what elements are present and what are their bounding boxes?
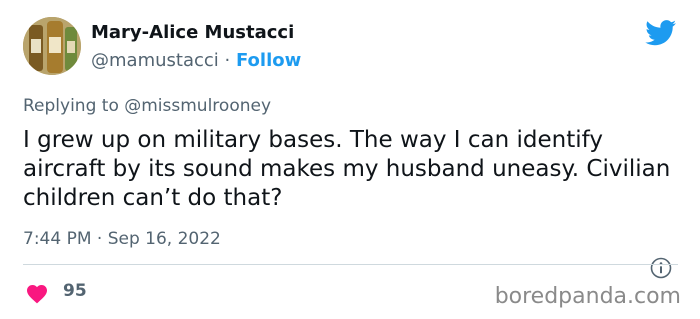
- replying-to-label: Replying to: [23, 96, 119, 116]
- replying-to: Replying to @missmulrooney: [23, 96, 271, 116]
- tweet-timestamp[interactable]: 7:44 PM · Sep 16, 2022: [23, 229, 221, 249]
- author-handle[interactable]: @mamustacci: [91, 50, 219, 71]
- timestamp-separator: ·: [96, 229, 103, 249]
- reply-mention-link[interactable]: @missmulrooney: [124, 96, 271, 116]
- author-name[interactable]: Mary-Alice Mustacci: [91, 22, 294, 43]
- avatar[interactable]: [23, 17, 81, 75]
- tweet-text: I grew up on military bases. The way I c…: [23, 127, 671, 211]
- like-count[interactable]: 95: [63, 281, 87, 301]
- twitter-bird-icon[interactable]: [645, 20, 677, 46]
- tweet-date: Sep 16, 2022: [107, 229, 221, 249]
- divider: [23, 264, 678, 265]
- heart-icon[interactable]: [25, 282, 49, 304]
- follow-button[interactable]: Follow: [236, 50, 301, 71]
- handle-separator: ·: [224, 50, 231, 71]
- watermark: boredpanda.com: [494, 284, 681, 309]
- info-icon[interactable]: [650, 257, 672, 279]
- tweet-time: 7:44 PM: [23, 229, 92, 249]
- author-handle-row: @mamustacci · Follow: [91, 50, 301, 71]
